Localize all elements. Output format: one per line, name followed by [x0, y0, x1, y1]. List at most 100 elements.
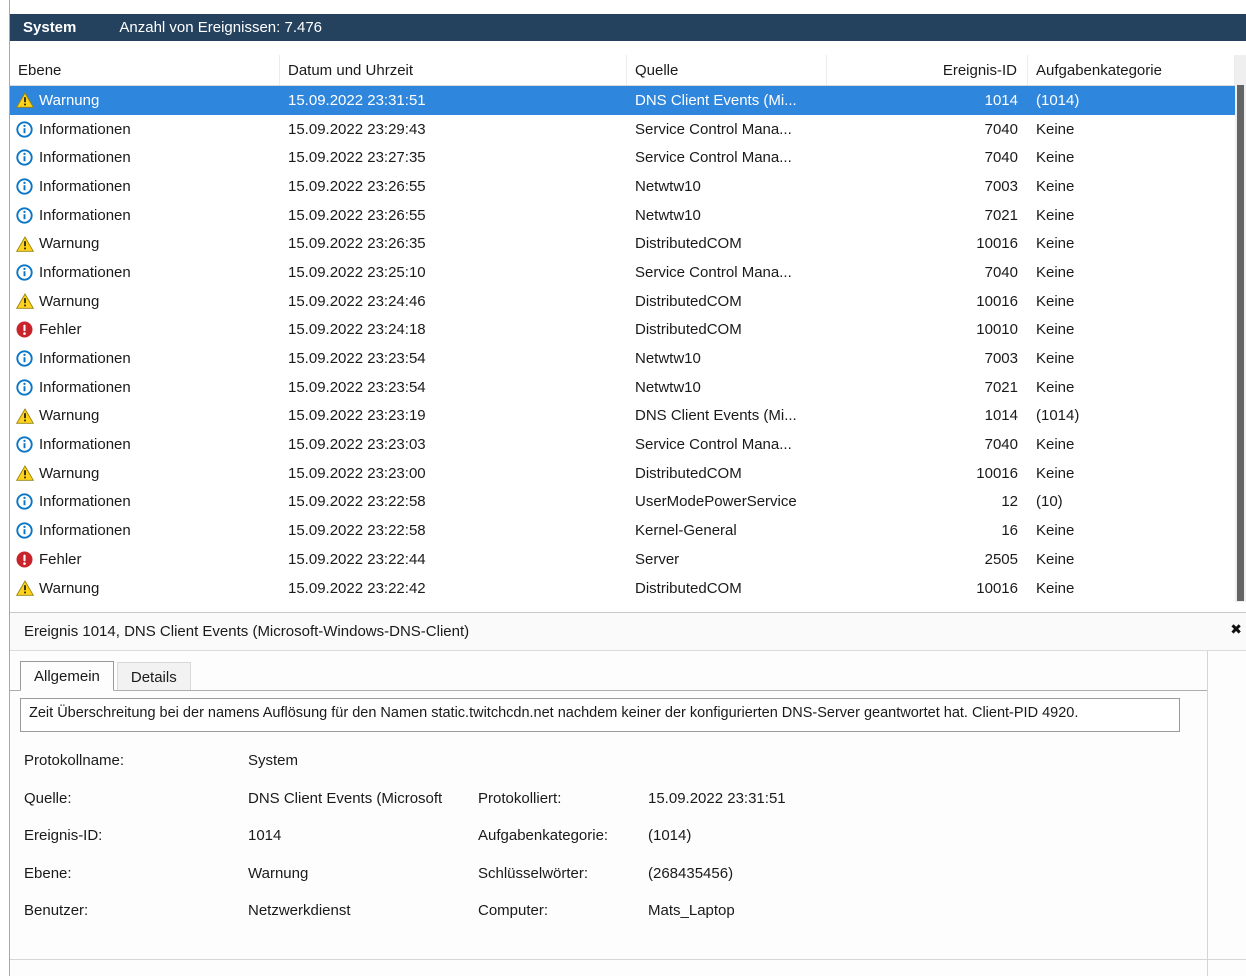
event-id-cell: 7040: [984, 436, 1018, 454]
information-icon: [15, 522, 34, 539]
field-label: Ereignis-ID:: [24, 827, 103, 844]
scrollbar-thumb[interactable]: [1237, 85, 1244, 601]
column-header-datetime[interactable]: Datum und Uhrzeit: [280, 55, 627, 85]
source-cell: Service Control Mana...: [635, 120, 792, 138]
level-cell: Informationen: [10, 178, 280, 195]
tab-allgemein[interactable]: Allgemein: [20, 661, 114, 691]
level-label: Warnung: [39, 464, 100, 482]
category-cell: Keine: [1036, 235, 1075, 253]
level-label: Informationen: [39, 350, 131, 368]
event-details-panel: Ereignis 1014, DNS Client Events (Micros…: [10, 612, 1246, 976]
event-id-cell: 7040: [984, 149, 1018, 167]
field-label: Ebene:: [24, 864, 72, 882]
event-row[interactable]: Informationen 15.09.2022 23:29:43 Service …: [10, 114, 1235, 144]
source-cell: Netwtw10: [635, 378, 701, 396]
event-row[interactable]: Informationen 15.09.2022 23:23:54 Netwtw10…: [10, 344, 1235, 373]
level-cell: Warnung: [10, 92, 280, 109]
event-id-cell: 16: [1001, 522, 1018, 540]
information-icon: [15, 178, 34, 195]
category-cell: Keine: [1036, 120, 1075, 138]
event-row[interactable]: Fehler 15.09.2022 23:22:44 Server 2505 Keine: [10, 545, 1235, 574]
event-row[interactable]: Warnung 15.09.2022 23:26:35 DistributedCOM…: [10, 229, 1235, 259]
field-value: System: [248, 752, 299, 769]
event-id-cell: 10016: [976, 292, 1018, 310]
level-cell: Warnung: [10, 465, 280, 482]
datetime-cell: 15.09.2022 23:26:55: [288, 177, 426, 195]
event-id-cell: 7003: [984, 177, 1018, 195]
event-id-cell: 1014: [984, 91, 1018, 109]
event-list-header: Ebene Datum und Uhrzeit Quelle Ereignis-…: [10, 55, 1235, 86]
warning-icon: [15, 293, 34, 310]
column-header-source[interactable]: Quelle: [627, 55, 827, 85]
event-row[interactable]: Warnung 15.09.2022 23:23:19 DNS Client Eve…: [10, 401, 1235, 431]
level-label: Fehler: [39, 550, 82, 568]
level-cell: Informationen: [10, 264, 280, 281]
datetime-cell: 15.09.2022 23:23:54: [288, 350, 426, 368]
datetime-cell: 15.09.2022 23:22:44: [288, 550, 426, 568]
level-label: Warnung: [39, 407, 100, 425]
column-header-event-id[interactable]: Ereignis-ID: [827, 55, 1028, 85]
details-scrollbar[interactable]: [1207, 651, 1246, 976]
event-row[interactable]: Warnung 15.09.2022 23:24:46 DistributedCOM…: [10, 286, 1235, 316]
detail-field-row: Benutzer: Netzwerkdienst Computer: Mats_Lap…: [24, 901, 1180, 939]
category-cell: Keine: [1036, 378, 1075, 396]
category-cell: (1014): [1036, 407, 1080, 425]
level-label: Warnung: [39, 292, 100, 310]
event-row[interactable]: Informationen 15.09.2022 23:23:54 Netwtw10…: [10, 372, 1235, 402]
event-row[interactable]: Warnung 15.09.2022 23:22:42 DistributedCOM…: [10, 573, 1235, 603]
close-icon[interactable]: ✖: [1230, 622, 1242, 636]
category-cell: Keine: [1036, 579, 1075, 597]
field-label: [478, 751, 648, 789]
column-header-level[interactable]: Ebene: [10, 55, 280, 85]
level-cell: Warnung: [10, 235, 280, 252]
datetime-cell: 15.09.2022 23:22:42: [288, 579, 426, 597]
category-cell: (10): [1036, 493, 1063, 511]
level-cell: Informationen: [10, 493, 280, 510]
level-label: Warnung: [39, 579, 100, 597]
datetime-cell: 15.09.2022 23:26:55: [288, 206, 426, 224]
field-value: Mats_Laptop: [648, 902, 735, 919]
level-cell: Fehler: [10, 321, 280, 338]
field-value: Warnung: [248, 864, 309, 882]
tab-details[interactable]: Details: [116, 662, 191, 690]
detail-field-row: Ereignis-ID: 1014 Aufgabenkategorie: (1014): [24, 826, 1180, 864]
level-cell: Fehler: [10, 551, 280, 568]
source-cell: Server: [635, 550, 680, 568]
category-cell: Keine: [1036, 464, 1075, 482]
event-list: Warnung 15.09.2022 23:31:51 DNS Client Eve…: [10, 86, 1235, 603]
warning-icon: [15, 407, 34, 424]
event-row[interactable]: Informationen 15.09.2022 23:23:03 Service …: [10, 430, 1235, 459]
event-id-cell: 7040: [984, 120, 1018, 138]
events-scrollbar[interactable]: [1235, 55, 1246, 602]
level-cell: Informationen: [10, 207, 280, 224]
source-cell: Netwtw10: [635, 350, 701, 368]
event-message-box[interactable]: Zeit Überschreitung bei der namens Auflö…: [20, 698, 1180, 732]
category-cell: (1014): [1036, 91, 1080, 109]
datetime-cell: 15.09.2022 23:24:46: [288, 292, 426, 310]
field-label: Aufgabenkategorie:: [478, 827, 609, 844]
field-value: Netzwerkdienst: [248, 902, 351, 919]
column-header-category[interactable]: Aufgabenkategorie: [1028, 55, 1235, 85]
category-cell: Keine: [1036, 149, 1075, 167]
datetime-cell: 15.09.2022 23:23:03: [288, 436, 426, 454]
source-cell: DNS Client Events (Mi...: [635, 91, 797, 109]
event-row[interactable]: Warnung 15.09.2022 23:31:51 DNS Client Eve…: [10, 86, 1235, 115]
event-id-cell: 7021: [984, 206, 1018, 224]
event-row[interactable]: Informationen 15.09.2022 23:22:58 Kernel-G…: [10, 516, 1235, 545]
event-row[interactable]: Informationen 15.09.2022 23:25:10 Service …: [10, 258, 1235, 287]
datetime-cell: 15.09.2022 23:27:35: [288, 149, 426, 167]
event-row[interactable]: Informationen 15.09.2022 23:26:55 Netwtw10…: [10, 172, 1235, 201]
event-row[interactable]: Warnung 15.09.2022 23:23:00 DistributedCOM…: [10, 458, 1235, 488]
information-icon: [15, 436, 34, 453]
event-row[interactable]: Fehler 15.09.2022 23:24:18 DistributedCOM 1…: [10, 315, 1235, 345]
event-detail-fields: Protokollname: System Quelle: DNS Client Ev…: [24, 751, 1180, 939]
warning-icon: [15, 465, 34, 482]
level-cell: Informationen: [10, 522, 280, 539]
event-row[interactable]: Informationen 15.09.2022 23:22:58 UserMode…: [10, 487, 1235, 517]
event-row[interactable]: Informationen 15.09.2022 23:26:55 Netwtw10…: [10, 200, 1235, 230]
datetime-cell: 15.09.2022 23:24:18: [288, 321, 426, 339]
source-cell: DistributedCOM: [635, 292, 742, 310]
event-row[interactable]: Informationen 15.09.2022 23:27:35 Service …: [10, 143, 1235, 173]
field-value: 1014: [248, 827, 282, 844]
details-titlebar: Ereignis 1014, DNS Client Events (Micros…: [10, 613, 1246, 651]
